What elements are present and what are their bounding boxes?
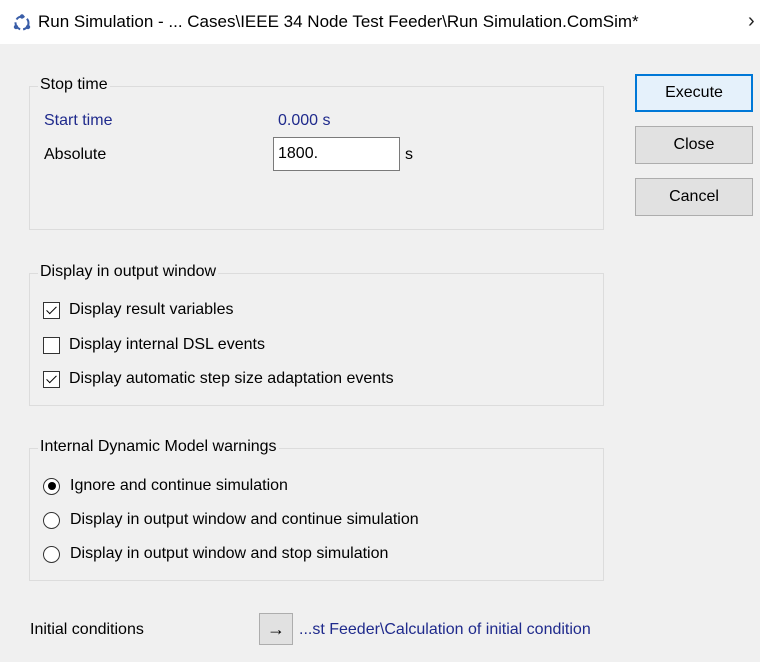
start-time-value: 0.000 s <box>278 112 331 129</box>
chevron-right-icon[interactable]: › <box>748 10 755 33</box>
ignore-continue-radio[interactable] <box>43 477 60 495</box>
absolute-stop-time-input[interactable] <box>273 137 400 171</box>
initial-conditions-arrow-button[interactable]: → <box>259 613 293 645</box>
model-warnings-legend: Internal Dynamic Model warnings <box>38 438 279 456</box>
display-stop-radio[interactable] <box>43 545 60 563</box>
display-continue-label: Display in output window and continue si… <box>70 511 419 528</box>
simulation-app-icon <box>13 14 31 31</box>
display-continue-option[interactable]: Display in output window and continue si… <box>43 508 419 532</box>
display-result-variables-option[interactable]: Display result variables <box>43 298 234 322</box>
close-button[interactable]: Close <box>635 126 753 164</box>
arrow-right-icon: → <box>267 618 285 639</box>
execute-button[interactable]: Execute <box>635 74 753 112</box>
display-step-size-events-label: Display automatic step size adaptation e… <box>69 370 394 387</box>
absolute-label: Absolute <box>44 146 107 163</box>
display-stop-option[interactable]: Display in output window and stop simula… <box>43 542 388 566</box>
display-internal-dsl-events-option[interactable]: Display internal DSL events <box>43 333 265 357</box>
display-internal-dsl-events-label: Display internal DSL events <box>69 336 265 353</box>
display-stop-label: Display in output window and stop simula… <box>70 545 389 562</box>
stop-time-legend: Stop time <box>38 76 110 94</box>
display-continue-radio[interactable] <box>43 511 60 529</box>
initial-conditions-link[interactable]: ...st Feeder\Calculation of initial cond… <box>299 621 591 639</box>
display-internal-dsl-events-checkbox[interactable] <box>43 336 60 354</box>
initial-conditions-label: Initial conditions <box>30 621 144 638</box>
ignore-continue-option[interactable]: Ignore and continue simulation <box>43 474 288 498</box>
title-bar: Run Simulation - ... Cases\IEEE 34 Node … <box>0 0 760 44</box>
display-result-variables-label: Display result variables <box>69 301 234 318</box>
cancel-button[interactable]: Cancel <box>635 178 753 216</box>
window-title: Run Simulation - ... Cases\IEEE 34 Node … <box>38 12 639 31</box>
display-step-size-events-option[interactable]: Display automatic step size adaptation e… <box>43 367 394 391</box>
start-time-label: Start time <box>44 112 113 129</box>
ignore-continue-label: Ignore and continue simulation <box>70 477 288 494</box>
display-result-variables-checkbox[interactable] <box>43 301 60 319</box>
display-output-legend: Display in output window <box>38 263 219 281</box>
absolute-unit-label: s <box>405 146 413 163</box>
display-step-size-events-checkbox[interactable] <box>43 370 60 388</box>
